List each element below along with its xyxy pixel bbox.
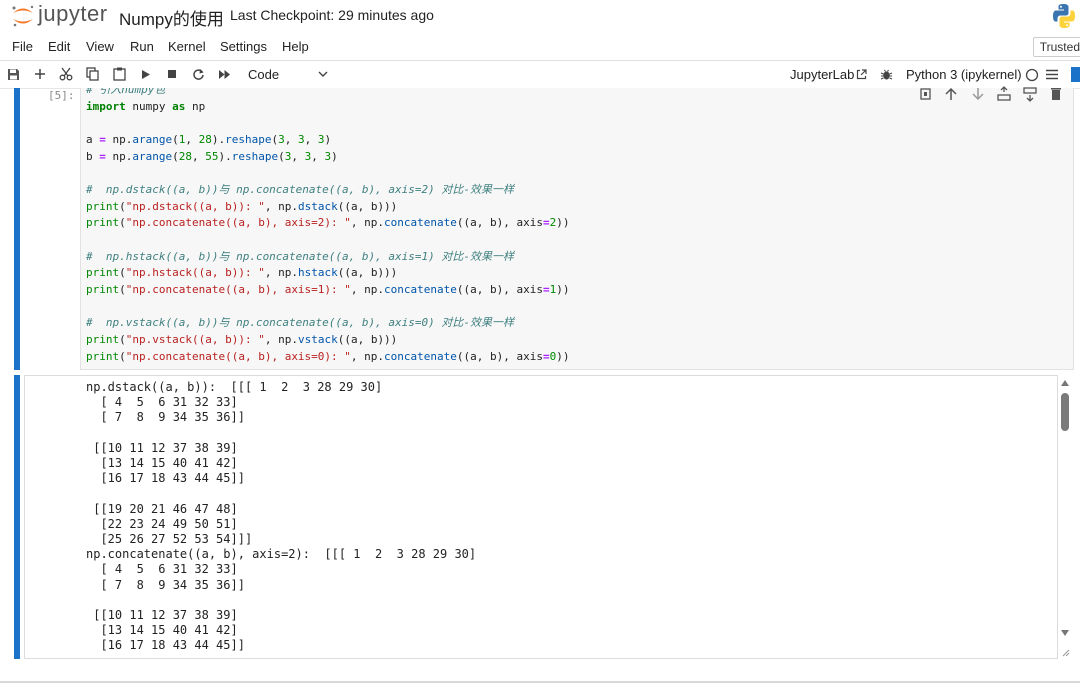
- code-string: "np.concatenate((a, b), axis=0): ": [125, 349, 351, 363]
- kernel-name[interactable]: Python 3 (ipykernel): [906, 67, 1022, 82]
- code-comment: # np.hstack((a, b))与 np.concatenate((a, …: [86, 249, 514, 263]
- menu-kernel[interactable]: Kernel: [168, 39, 206, 54]
- output-line: [ 4 5 6 31 32 33]: [86, 562, 238, 577]
- refresh-icon: [192, 68, 204, 80]
- paste-icon: [112, 67, 126, 81]
- output-cell-indicator: [14, 375, 20, 659]
- copy-button[interactable]: [83, 65, 101, 83]
- code-string: "np.dstack((a, b)): ": [125, 199, 265, 213]
- output-line: [13 14 15 40 41 42]: [86, 623, 238, 638]
- output-line: [13 14 15 40 41 42]: [86, 456, 238, 471]
- resize-grip-icon[interactable]: [1060, 647, 1070, 657]
- code-string: "np.concatenate((a, b), axis=1): ": [125, 282, 351, 296]
- paste-button[interactable]: [110, 65, 128, 83]
- notebook-title[interactable]: Numpy的使用: [119, 5, 224, 30]
- output-line: [22 23 24 49 50 51]: [86, 516, 238, 531]
- output-line: [16 17 18 43 44 45]]: [86, 471, 245, 486]
- insert-above-icon[interactable]: [996, 86, 1012, 102]
- scissors-icon: [59, 67, 73, 81]
- output-line: [[19 20 21 46 47 48]: [86, 501, 238, 516]
- code-editor[interactable]: # 引入numpy包 import numpy as np a = np.ara…: [80, 88, 1074, 370]
- header: jupyter Numpy的使用 Last Checkpoint: 29 min…: [0, 0, 1080, 34]
- output-line: [25 26 27 52 53 54]]]: [86, 532, 253, 547]
- cell-output[interactable]: np.dstack((a, b)): [[[ 1 2 3 28 29 30] […: [24, 375, 1058, 659]
- output-line: [[10 11 12 37 38 39]: [86, 608, 238, 623]
- delete-cell-icon[interactable]: [1048, 86, 1064, 102]
- output-line: [[10 11 12 37 38 39]: [86, 440, 238, 455]
- checkpoint-status: Last Checkpoint: 29 minutes ago: [230, 7, 434, 23]
- code-text: np: [185, 99, 206, 113]
- output-line: [16 17 18 43 44 45]]: [86, 638, 245, 653]
- stop-icon: [168, 70, 176, 78]
- output-line: [ 4 5 6 31 32 33]: [86, 395, 238, 410]
- plus-icon: [35, 69, 45, 79]
- save-icon: [7, 68, 19, 80]
- move-up-icon[interactable]: [943, 86, 959, 102]
- cell-type-select[interactable]: Code: [240, 64, 332, 84]
- external-link-icon[interactable]: [856, 69, 867, 80]
- scroll-down-icon[interactable]: [1061, 630, 1069, 636]
- code-string: "np.hstack((a, b)): ": [125, 266, 265, 280]
- cell-execution-prompt: [5]:: [48, 89, 75, 102]
- output-line: np.dstack((a, b)): [[[ 1 2 3 28 29 30]: [86, 380, 383, 394]
- debugger-bug-icon[interactable]: [880, 68, 893, 81]
- move-down-icon[interactable]: [970, 86, 986, 102]
- code-text: numpy: [125, 99, 173, 113]
- sidebar-toggle[interactable]: [1071, 67, 1080, 82]
- fast-forward-icon: [218, 69, 230, 79]
- code-content: # 引入numpy包 import numpy as np a = np.ara…: [81, 88, 1073, 365]
- menu-view[interactable]: View: [86, 39, 114, 54]
- duplicate-cell-icon[interactable]: [918, 86, 934, 102]
- trusted-badge[interactable]: Trusted: [1032, 37, 1080, 57]
- code-line-a: a = np.arange(1, 28).reshape(3, 3, 3): [86, 132, 332, 146]
- insert-cell-button[interactable]: [31, 65, 49, 83]
- run-cell-button[interactable]: [137, 65, 155, 83]
- output-line: [ 7 8 9 34 35 36]]: [86, 410, 245, 425]
- menubar: File Edit View Run Kernel Settings Help …: [0, 34, 1080, 61]
- output-scrollbar[interactable]: [1058, 376, 1072, 658]
- output-line: np.concatenate((a, b), axis=2): [[[ 1 2 …: [86, 547, 477, 562]
- cut-button[interactable]: [57, 65, 75, 83]
- toolbar: Code JupyterLab Python 3 (ipykernel): [0, 61, 1080, 89]
- menu-edit[interactable]: Edit: [48, 39, 70, 54]
- jupyter-brand: jupyter: [38, 1, 108, 26]
- copy-icon: [85, 67, 99, 81]
- chevron-down-icon: [318, 71, 328, 77]
- menu-settings[interactable]: Settings: [220, 39, 267, 54]
- save-button[interactable]: [4, 65, 22, 83]
- code-string: "np.vstack((a, b)): ": [125, 332, 265, 346]
- code-string: "np.concatenate((a, b), axis=2): ": [125, 216, 351, 230]
- interrupt-kernel-button[interactable]: [163, 65, 181, 83]
- code-comment: # np.dstack((a, b))与 np.concatenate((a, …: [86, 182, 514, 196]
- python-logo-icon: [1053, 4, 1075, 28]
- code-line-b: b = np.arange(28, 55).reshape(3, 3, 3): [86, 149, 338, 163]
- menu-run[interactable]: Run: [130, 39, 154, 54]
- restart-run-all-button[interactable]: [215, 65, 233, 83]
- active-cell-indicator: [14, 88, 20, 370]
- output-text: np.dstack((a, b)): [[[ 1 2 3 28 29 30] […: [86, 380, 476, 654]
- cell-type-value: Code: [248, 67, 280, 82]
- menu-lines-icon[interactable]: [1046, 69, 1058, 80]
- scroll-up-icon[interactable]: [1061, 380, 1069, 386]
- jupyter-logo-icon[interactable]: [10, 4, 36, 28]
- open-jupyterlab-link[interactable]: JupyterLab: [790, 67, 854, 82]
- scrollbar-thumb[interactable]: [1061, 393, 1069, 431]
- menu-help[interactable]: Help: [282, 39, 309, 54]
- kernel-status-circle-icon: [1025, 68, 1039, 82]
- play-icon: [142, 69, 150, 79]
- code-comment: # np.vstack((a, b))与 np.concatenate((a, …: [86, 316, 514, 330]
- output-line: [ 7 8 9 34 35 36]]: [86, 577, 245, 592]
- restart-kernel-button[interactable]: [189, 65, 207, 83]
- menu-file[interactable]: File: [12, 39, 33, 54]
- code-keyword: import: [86, 99, 126, 113]
- insert-below-icon[interactable]: [1022, 86, 1038, 102]
- code-comment: # 引入numpy包: [86, 88, 166, 96]
- page-divider: [0, 681, 1080, 683]
- code-keyword: as: [172, 99, 186, 113]
